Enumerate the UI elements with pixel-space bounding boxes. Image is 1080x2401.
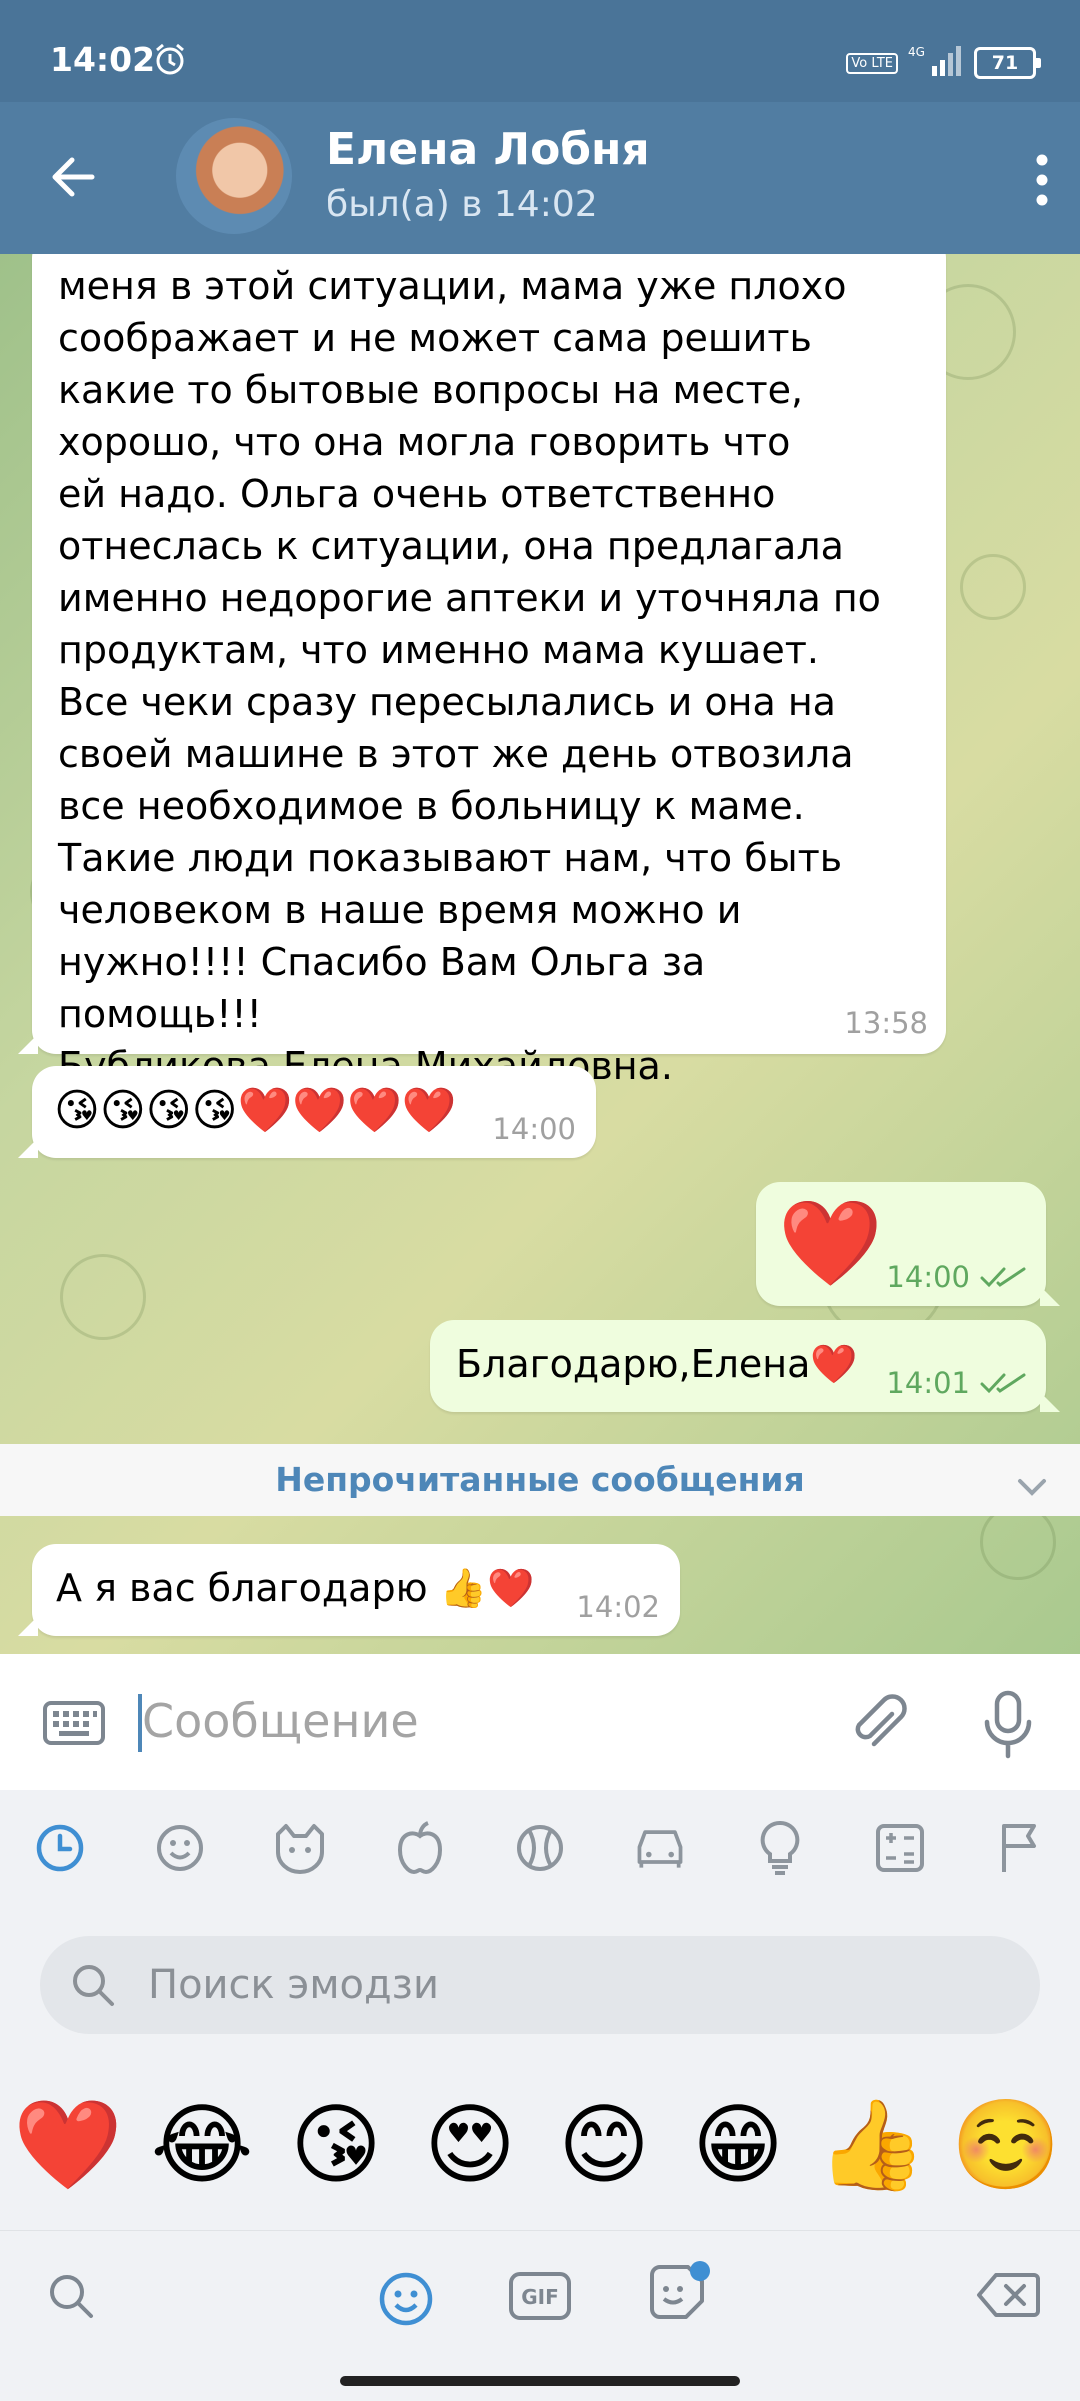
message-input-bar: Сообщение bbox=[0, 1654, 1080, 1791]
smile-icon[interactable] bbox=[152, 1820, 208, 1876]
recent-icon[interactable] bbox=[32, 1820, 88, 1876]
emoji-item[interactable]: ❤️ bbox=[8, 2090, 128, 2200]
message-time: 14:00 bbox=[492, 1112, 576, 1146]
read-checks-icon bbox=[980, 1373, 1026, 1394]
emoji-item[interactable]: 😂 bbox=[142, 2090, 262, 2200]
svg-text:GIF: GIF bbox=[521, 2285, 559, 2309]
status-time: 14:02 bbox=[50, 40, 156, 79]
chat-area[interactable]: меня в этой ситуации, мама уже плохо соо… bbox=[0, 254, 1080, 1654]
back-arrow-icon[interactable] bbox=[48, 152, 98, 206]
message-time: 14:00 bbox=[886, 1260, 970, 1294]
emoji-search-field[interactable]: Поиск эмодзи bbox=[40, 1936, 1040, 2034]
signal-icon: 4G bbox=[908, 44, 964, 82]
message-bubble-incoming[interactable]: А я вас благодарю 👍❤️ 14:02 bbox=[18, 1544, 680, 1636]
emoji-search-placeholder: Поиск эмодзи bbox=[148, 1962, 439, 2008]
last-seen-status: был(а) в 14:02 bbox=[326, 184, 598, 225]
message-time: 13:58 bbox=[844, 1006, 928, 1040]
emoji-grid-row: ❤️ 😂 😘 😍 😊 😁 👍 ☺️ bbox=[0, 2090, 1080, 2220]
emoji-item[interactable]: ☺️ bbox=[946, 2090, 1066, 2200]
microphone-icon[interactable] bbox=[980, 1690, 1036, 1764]
message-text: меня в этой ситуации, мама уже плохо соо… bbox=[58, 264, 881, 1088]
message-bubble-outgoing[interactable]: Благодарю,Елена❤️ 14:01 bbox=[430, 1320, 1060, 1412]
emoji-item[interactable]: 👍 bbox=[812, 2090, 932, 2200]
animal-icon[interactable] bbox=[272, 1820, 328, 1876]
emoji-panel: Поиск эмодзи ❤️ 😂 😘 😍 😊 😁 👍 ☺️ GIF bbox=[0, 1790, 1080, 2401]
message-bubble-incoming[interactable]: меня в этой ситуации, мама уже плохо соо… bbox=[18, 254, 946, 1088]
alarm-icon bbox=[152, 42, 188, 82]
emoji-item[interactable]: 😘 bbox=[276, 2090, 396, 2200]
chat-header: Елена Лобня был(а) в 14:02 bbox=[0, 102, 1080, 254]
avatar[interactable] bbox=[176, 118, 292, 234]
food-icon[interactable] bbox=[392, 1820, 448, 1876]
emoji-item[interactable]: 😍 bbox=[410, 2090, 530, 2200]
chevron-down-icon[interactable] bbox=[1012, 1460, 1052, 1532]
emoji-icon[interactable] bbox=[378, 2271, 434, 2331]
status-bar: 14:02 Vo LTE 4G 71 bbox=[0, 0, 1080, 102]
symbols-icon[interactable] bbox=[872, 1820, 928, 1876]
search-icon[interactable] bbox=[46, 2271, 96, 2325]
gif-icon[interactable]: GIF bbox=[508, 2271, 572, 2325]
svg-text:4G: 4G bbox=[908, 45, 925, 59]
status-indicators: Vo LTE 4G 71 bbox=[846, 44, 1041, 82]
flags-icon[interactable] bbox=[992, 1820, 1048, 1876]
unread-divider: Непрочитанные сообщения bbox=[0, 1444, 1080, 1516]
travel-icon[interactable] bbox=[632, 1820, 688, 1876]
paperclip-icon[interactable] bbox=[848, 1692, 908, 1760]
emoji-item[interactable]: 😊 bbox=[544, 2090, 664, 2200]
keyboard-icon[interactable] bbox=[42, 1698, 106, 1752]
volte-badge: Vo LTE bbox=[846, 52, 898, 74]
sticker-icon[interactable] bbox=[644, 2261, 714, 2331]
contact-name[interactable]: Елена Лобня bbox=[326, 124, 650, 175]
unread-label: Непрочитанные сообщения bbox=[275, 1460, 805, 1499]
message-time: 14:01 bbox=[886, 1366, 970, 1400]
objects-icon[interactable] bbox=[752, 1820, 808, 1876]
backspace-icon[interactable] bbox=[976, 2271, 1040, 2323]
sport-icon[interactable] bbox=[512, 1820, 568, 1876]
message-time: 14:02 bbox=[576, 1590, 660, 1624]
battery-indicator: 71 bbox=[974, 47, 1041, 79]
more-options-icon[interactable] bbox=[1034, 152, 1050, 212]
emoji-item[interactable]: 😁 bbox=[678, 2090, 798, 2200]
message-input[interactable]: Сообщение bbox=[142, 1694, 419, 1748]
read-checks-icon bbox=[980, 1267, 1026, 1288]
message-bubble-outgoing[interactable]: ❤️ 14:00 bbox=[756, 1182, 1060, 1306]
emoji-category-tabs bbox=[0, 1790, 1080, 1900]
home-indicator[interactable] bbox=[340, 2376, 740, 2386]
search-icon bbox=[70, 1962, 116, 2012]
message-bubble-incoming[interactable]: 😘😘😘😘❤️❤️❤️❤️ 14:00 bbox=[18, 1066, 596, 1158]
